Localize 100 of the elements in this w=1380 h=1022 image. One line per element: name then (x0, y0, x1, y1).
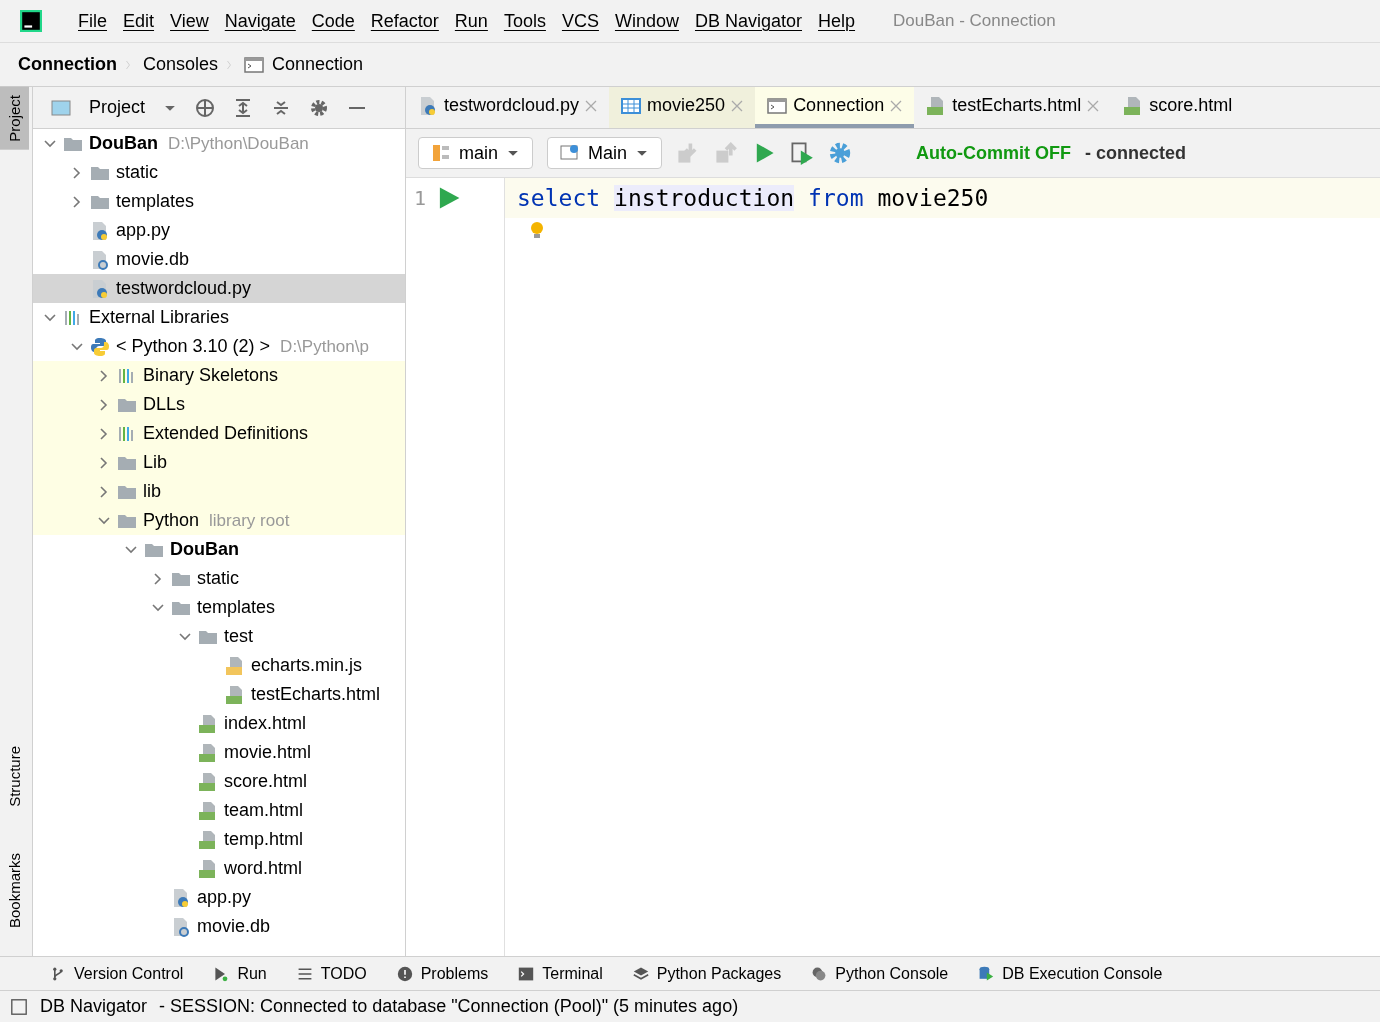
tree-label: app.py (197, 887, 252, 908)
schema-dropdown[interactable]: main (418, 137, 533, 169)
breadcrumb-item[interactable]: Connection (18, 54, 117, 75)
menu-item[interactable]: Navigate (216, 10, 304, 32)
tree-row[interactable]: word.html (33, 854, 405, 883)
tree-row[interactable]: app.py (33, 216, 405, 245)
breadcrumb-item[interactable]: Consoles (143, 54, 219, 75)
editor-tab[interactable]: movie250 (609, 87, 756, 128)
tree-label: temp.html (224, 829, 304, 850)
tree-row[interactable]: temp.html (33, 825, 405, 854)
tree-row[interactable]: DLLs (33, 390, 405, 419)
tool-window-button[interactable]: DB Execution Console (978, 964, 1163, 983)
menu-item[interactable]: Help (810, 10, 864, 32)
tree-row[interactable]: DouBan (33, 535, 405, 564)
tree-row[interactable]: Binary Skeletons (33, 361, 405, 390)
editor-tab[interactable]: testwordcloud.py (406, 87, 610, 128)
tree-row[interactable]: testEcharts.html (33, 680, 405, 709)
tree-row[interactable]: score.html (33, 767, 405, 796)
tree-row[interactable]: movie.db (33, 245, 405, 274)
javascript-file-icon (225, 655, 245, 676)
status-source: DB Navigator (40, 996, 148, 1017)
terminal-icon (518, 965, 535, 982)
editor-tab[interactable]: testEcharts.html (914, 87, 1112, 128)
tree-label: index.html (224, 713, 307, 734)
console-icon (767, 95, 788, 116)
tree-row[interactable]: echarts.min.js (33, 651, 405, 680)
menu-item[interactable]: Window (606, 10, 687, 32)
menu-item[interactable]: Tools (495, 10, 554, 32)
tree-row[interactable]: Extended Definitions (33, 419, 405, 448)
settings-icon[interactable] (309, 97, 330, 118)
tree-row[interactable]: static (33, 564, 405, 593)
editor-tab[interactable]: Connection (755, 87, 915, 128)
tool-window-button[interactable]: Version Control (50, 964, 184, 983)
auto-commit-status: Auto-Commit OFF (916, 142, 1071, 164)
tree-row[interactable]: lib (33, 477, 405, 506)
breadcrumb-item[interactable]: Connection (272, 54, 364, 75)
tree-label: movie.db (116, 249, 190, 270)
tree-label: score.html (224, 771, 308, 792)
side-tab[interactable]: Bookmarks (0, 844, 32, 936)
menu-item[interactable]: Refactor (362, 10, 447, 32)
tree-label: templates (197, 597, 276, 618)
tree-label: Extended Definitions (143, 423, 309, 444)
line-number: 1 (414, 186, 427, 210)
tree-row[interactable]: External Libraries (33, 303, 405, 332)
close-icon[interactable] (890, 99, 903, 112)
tool-window-button[interactable]: Problems (396, 964, 489, 983)
tree-label: movie.html (224, 742, 312, 763)
python-file-icon (90, 220, 110, 241)
menu-item[interactable]: File (70, 10, 115, 32)
tool-window-button[interactable]: Python Console (811, 964, 949, 983)
tree-label: word.html (224, 858, 303, 879)
settings-icon[interactable] (828, 141, 853, 165)
side-tab[interactable]: Structure (0, 738, 32, 815)
tree-row[interactable]: testwordcloud.py (33, 274, 405, 303)
menu-item[interactable]: Edit (115, 10, 163, 32)
tree-label: DouBan (89, 133, 158, 154)
tree-row[interactable]: movie.html (33, 738, 405, 767)
console-icon (244, 54, 265, 75)
menu-item[interactable]: View (162, 10, 217, 32)
menu-item[interactable]: Code (303, 10, 363, 32)
tree-row[interactable]: index.html (33, 709, 405, 738)
editor-tab[interactable]: score.html (1111, 87, 1245, 128)
session-icon (560, 143, 580, 163)
tree-row[interactable]: team.html (33, 796, 405, 825)
side-tab[interactable]: Project (0, 87, 29, 150)
run-script-icon[interactable] (790, 141, 815, 165)
database-run-icon (978, 965, 995, 982)
database-file-icon (171, 916, 191, 937)
tree-row[interactable]: test (33, 622, 405, 651)
tool-window-button[interactable]: TODO (296, 964, 367, 983)
tool-window-button[interactable]: Run (213, 964, 267, 983)
path-hint: D:\Python\p (280, 336, 369, 357)
menu-item[interactable]: DB Navigator (686, 10, 810, 32)
layers-icon (632, 965, 649, 982)
tree-label: static (116, 162, 158, 183)
tool-window-button[interactable]: Terminal (518, 964, 603, 983)
tree-row[interactable]: static (33, 158, 405, 187)
database-file-icon (90, 249, 110, 270)
html-file-icon (198, 713, 218, 734)
panel-title[interactable]: Project (89, 97, 146, 118)
tree-row[interactable]: Lib (33, 448, 405, 477)
menu-item[interactable]: Run (446, 10, 496, 32)
window-title: DouBan - Connection (893, 11, 1056, 31)
tree-row[interactable]: templates (33, 593, 405, 622)
path-hint: library root (209, 510, 290, 531)
tree-label: templates (116, 191, 195, 212)
run-icon (213, 965, 230, 982)
python-file-icon (171, 887, 191, 908)
tree-row[interactable]: Python library root (33, 506, 405, 535)
tree-row[interactable]: templates (33, 187, 405, 216)
menu-item[interactable]: VCS (553, 10, 607, 32)
session-dropdown[interactable]: Main (547, 137, 663, 169)
tree-row[interactable]: app.py (33, 883, 405, 912)
tree-row[interactable]: movie.db (33, 912, 405, 941)
app-logo-icon (20, 10, 42, 32)
tree-row[interactable]: DouBan D:\Python\DouBan (33, 129, 405, 158)
target-icon[interactable] (195, 97, 216, 118)
tree-row[interactable]: < Python 3.10 (2) > D:\Python\p (33, 332, 405, 361)
tool-window-button[interactable]: Python Packages (632, 964, 782, 983)
python-file-icon (418, 95, 438, 116)
